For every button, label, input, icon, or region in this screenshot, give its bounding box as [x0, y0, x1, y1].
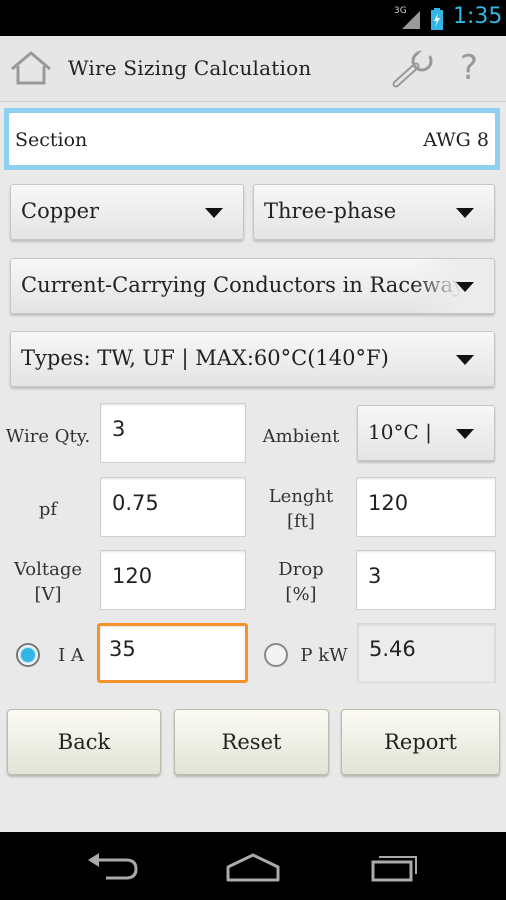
chevron-down-icon — [456, 429, 474, 439]
back-button-label: Back — [57, 730, 111, 754]
section-label: Section — [15, 129, 88, 151]
wire-qty-label: Wire Qty. — [5, 426, 91, 447]
signal-icon — [402, 11, 420, 29]
text-fade — [414, 259, 494, 313]
material-spinner[interactable]: Copper — [10, 184, 244, 240]
drop-value: 3 — [368, 564, 382, 588]
wire-qty-value: 3 — [112, 417, 126, 441]
home-icon[interactable] — [10, 50, 52, 86]
chevron-down-icon — [205, 208, 223, 218]
power-output: 5.46 — [357, 623, 496, 683]
conductors-spinner[interactable]: Current-Carrying Conductors in Raceway — [10, 258, 495, 314]
current-input[interactable]: 35 — [97, 623, 248, 683]
material-spinner-value: Copper — [21, 199, 100, 223]
back-nav-icon[interactable] — [86, 852, 140, 882]
power-value: 5.46 — [369, 637, 416, 661]
current-radio[interactable] — [16, 643, 40, 667]
recent-apps-icon[interactable] — [370, 852, 420, 882]
phase-spinner-value: Three-phase — [264, 199, 397, 223]
ambient-spinner-value: 10°C | — [368, 420, 432, 444]
length-label: Lenght [ft] — [254, 484, 348, 534]
types-spinner-value: Types: TW, UF | MAX:60°C(140°F) — [21, 346, 389, 370]
voltage-label: Voltage [V] — [2, 557, 94, 607]
chevron-down-icon — [456, 355, 474, 365]
report-button[interactable]: Report — [341, 709, 500, 775]
length-label-line1: Lenght — [268, 486, 334, 507]
battery-charging-icon — [431, 8, 443, 30]
current-label: I A — [58, 645, 84, 666]
pf-value: 0.75 — [112, 491, 159, 515]
action-bar: Wire Sizing Calculation ? — [0, 36, 506, 102]
section-value: AWG 8 — [423, 129, 489, 151]
wire-qty-input[interactable]: 3 — [100, 403, 246, 463]
reset-button[interactable]: Reset — [174, 709, 329, 775]
clock: 1:35 — [453, 4, 503, 29]
voltage-value: 120 — [112, 564, 153, 588]
length-value: 120 — [368, 491, 409, 515]
status-bar: 3G 1:35 — [0, 0, 506, 36]
power-radio[interactable] — [264, 643, 288, 667]
voltage-input[interactable]: 120 — [100, 550, 246, 610]
power-label: P kW — [300, 645, 348, 666]
back-button[interactable]: Back — [7, 709, 161, 775]
chevron-down-icon — [456, 282, 474, 292]
chevron-down-icon — [456, 208, 474, 218]
drop-label-unit: [%] — [285, 584, 317, 605]
drop-input[interactable]: 3 — [356, 550, 496, 610]
pf-label: pf — [38, 499, 58, 520]
voltage-label-line1: Voltage — [13, 559, 83, 580]
drop-label-line1: Drop — [278, 559, 324, 580]
pf-input[interactable]: 0.75 — [100, 477, 246, 537]
home-nav-icon[interactable] — [226, 852, 280, 882]
navigation-bar — [0, 832, 506, 900]
reset-button-label: Reset — [221, 730, 282, 754]
report-button-label: Report — [384, 730, 457, 754]
wrench-icon[interactable] — [392, 50, 436, 88]
ambient-label: Ambient — [262, 426, 340, 447]
length-input[interactable]: 120 — [356, 477, 496, 537]
length-label-unit: [ft] — [287, 511, 315, 532]
ambient-spinner[interactable]: 10°C | — [357, 405, 495, 461]
conductors-spinner-value: Current-Carrying Conductors in Raceway — [21, 273, 465, 297]
drop-label: Drop [%] — [254, 557, 348, 607]
types-spinner[interactable]: Types: TW, UF | MAX:60°C(140°F) — [10, 331, 495, 387]
section-result[interactable]: Section AWG 8 — [4, 108, 500, 170]
page-title: Wire Sizing Calculation — [68, 56, 312, 80]
help-icon[interactable]: ? — [460, 48, 478, 88]
phase-spinner[interactable]: Three-phase — [253, 184, 495, 240]
current-value: 35 — [109, 637, 136, 661]
voltage-label-unit: [V] — [34, 584, 62, 605]
